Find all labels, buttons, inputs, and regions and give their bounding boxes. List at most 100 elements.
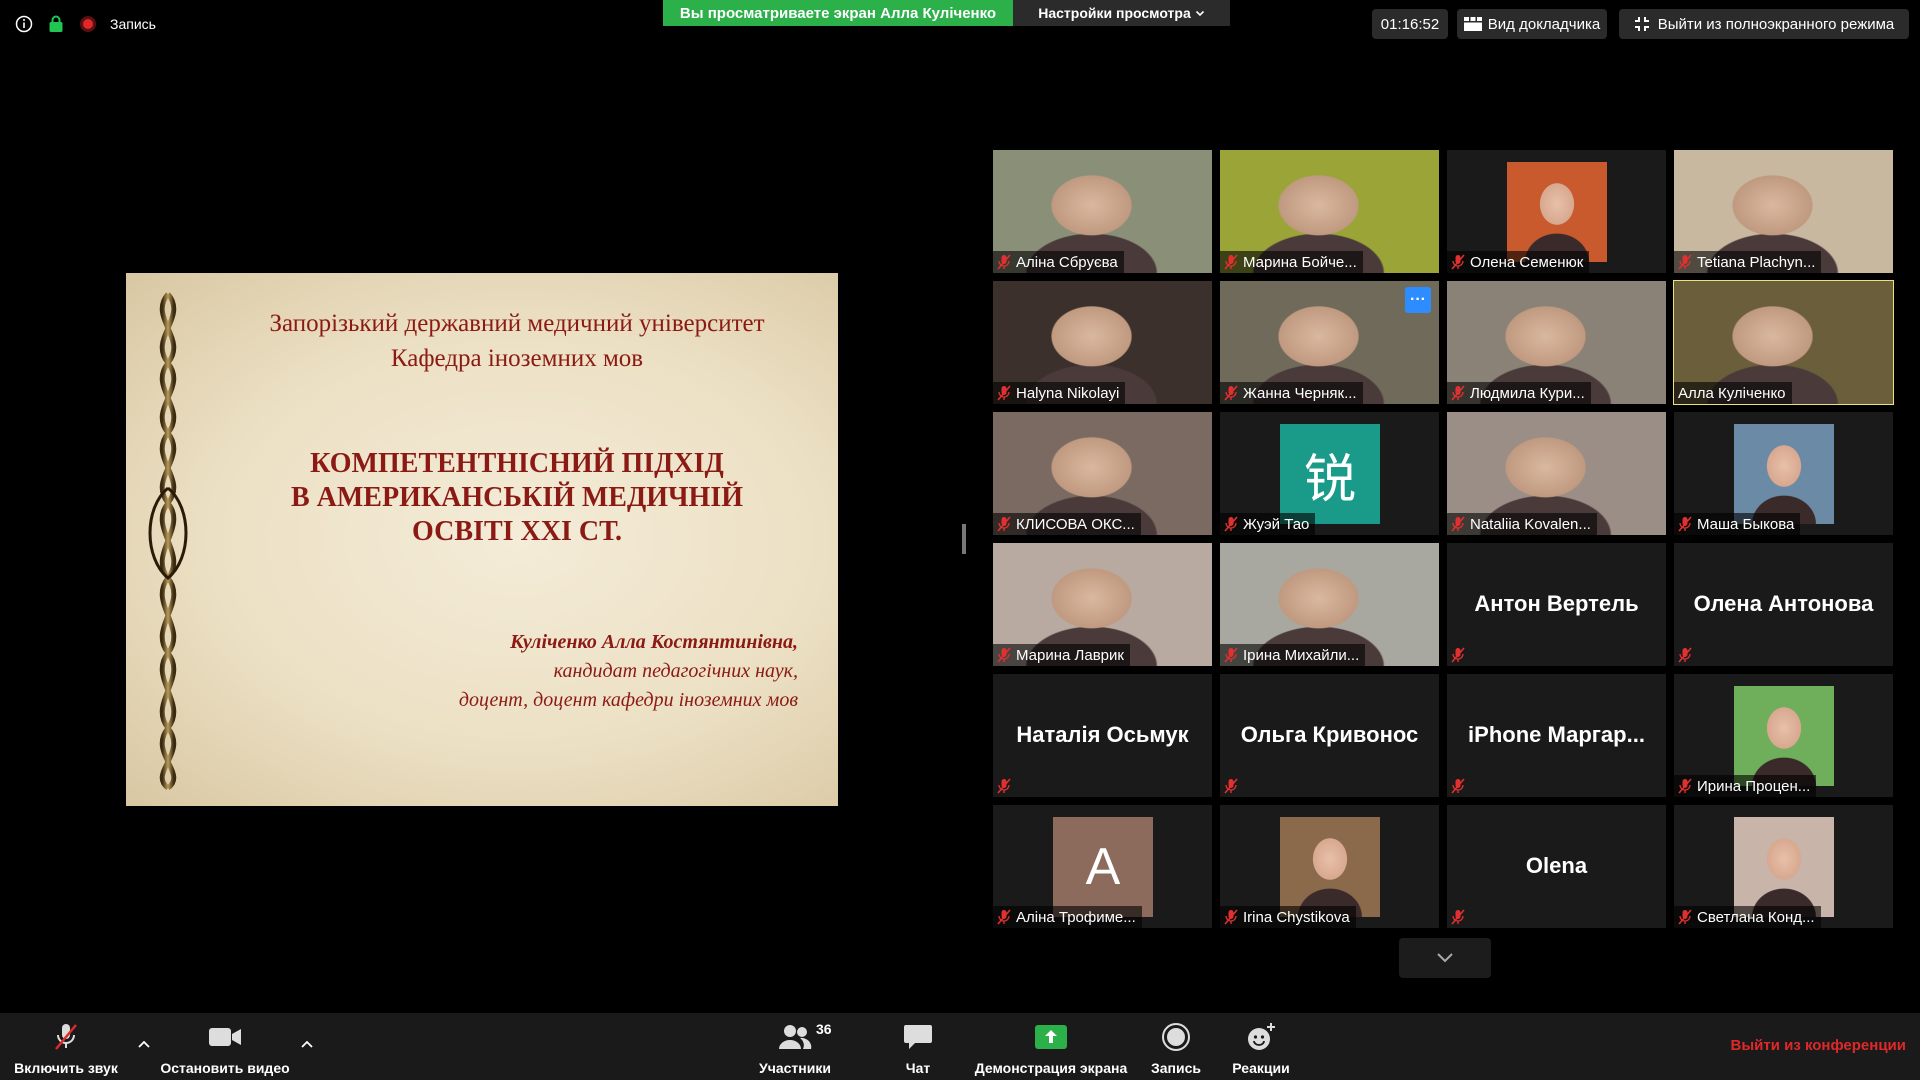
participant-name: Ирина Процен... (1697, 777, 1811, 795)
reactions-button[interactable]: Реакции (1226, 1013, 1296, 1080)
microphone-muted-icon (997, 385, 1011, 401)
reactions-label: Реакции (1232, 1060, 1290, 1076)
unmute-label: Включить звук (14, 1060, 118, 1076)
slide-author-name: Куліченко Алла Костянтинівна, (510, 631, 798, 653)
participant-name-bar: Аліна Трофиме... (993, 906, 1142, 928)
microphone-muted-icon (997, 254, 1011, 270)
participant-tile[interactable]: Halyna Nikolayi (993, 281, 1212, 404)
participant-avatar: 锐 (1280, 424, 1380, 524)
microphone-muted-icon (1224, 778, 1238, 794)
stop-video-button[interactable]: Остановить видео (158, 1013, 292, 1080)
participant-tile[interactable]: Olena (1447, 805, 1666, 928)
slide-title-line: КОМПЕТЕНТНІСНИЙ ПІДХІД (310, 448, 724, 479)
audio-options-caret[interactable] (135, 1035, 153, 1053)
participant-name: КЛИСОВА ОКС... (1016, 515, 1135, 533)
video-options-caret[interactable] (298, 1035, 316, 1053)
record-icon (1161, 1020, 1191, 1054)
participant-tile[interactable]: 锐 Жуэй Тао (1220, 412, 1439, 535)
participant-name-bar: Tetiana Plachyn... (1674, 251, 1822, 273)
participant-tile[interactable]: Марина Лаврик (993, 543, 1212, 666)
slide-author-block: Куліченко Алла Костянтинівна, кандидат п… (459, 628, 798, 715)
participant-tile[interactable]: Антон Вертель (1447, 543, 1666, 666)
participant-name: Маша Быкова (1697, 515, 1795, 533)
participant-tile[interactable]: Светлана Конд... (1674, 805, 1893, 928)
speaker-view-button[interactable]: Вид докладчика (1457, 9, 1607, 39)
participant-display-name: Антон Вертель (1474, 591, 1639, 616)
participant-tile[interactable]: Олена Антонова (1674, 543, 1893, 666)
info-icon[interactable] (14, 14, 34, 34)
participant-display-name: Наталія Осьмук (1016, 722, 1189, 747)
participant-name: Жанна Черняк... (1243, 384, 1357, 402)
participant-tile[interactable]: Жанна Черняк... ··· (1220, 281, 1439, 404)
participant-tile[interactable]: Наталія Осьмук (993, 674, 1212, 797)
participant-tile[interactable]: Людмила Кури... (1447, 281, 1666, 404)
participant-gallery: Аліна Сбруєва Марина Бойче... Олена Семеню… (993, 150, 1896, 930)
participant-name-bar: Алла Куліченко (1674, 382, 1792, 404)
share-screen-icon (1034, 1020, 1068, 1054)
participant-name-bar: Маша Быкова (1674, 513, 1801, 535)
microphone-muted-icon (997, 778, 1011, 794)
exit-fullscreen-button[interactable]: Выйти из полноэкранного режима (1619, 9, 1909, 39)
speaker-view-label: Вид докладчика (1487, 15, 1601, 33)
exit-fullscreen-icon (1634, 17, 1649, 31)
slide-title: КОМПЕТЕНТНІСНИЙ ПІДХІД В АМЕРИКАНСЬКІЙ М… (216, 447, 818, 549)
participant-tile[interactable]: Марина Бойче... (1220, 150, 1439, 273)
participant-name-bar: КЛИСОВА ОКС... (993, 513, 1141, 535)
microphone-muted-icon (1224, 516, 1238, 532)
record-button[interactable]: Запись (1148, 1013, 1204, 1080)
participant-display-name: Ольга Кривонос (1240, 722, 1419, 747)
participant-name: Nataliia Kovalen... (1470, 515, 1591, 533)
participant-name-bar (993, 775, 1017, 797)
participant-tile[interactable]: Irina Chystikova (1220, 805, 1439, 928)
participant-name: Марина Бойче... (1243, 253, 1357, 271)
panel-resize-handle[interactable] (962, 524, 966, 554)
top-bar: Запись Вы просматриваете экран Алла Кулі… (0, 0, 1920, 50)
microphone-muted-icon (997, 516, 1011, 532)
participant-tile[interactable]: Tetiana Plachyn... (1674, 150, 1893, 273)
participant-tile[interactable]: Алла Куліченко (1673, 280, 1894, 405)
participant-avatar: A (1053, 817, 1153, 917)
zoom-window: Запись Вы просматриваете экран Алла Кулі… (0, 0, 1920, 1080)
participant-name-bar: Людмила Кури... (1447, 382, 1591, 404)
unmute-button[interactable]: Включить звук (8, 1013, 124, 1080)
participant-profile-photo (1734, 424, 1834, 524)
gallery-next-page-button[interactable] (1399, 938, 1491, 978)
view-options-label: Настройки просмотра (1038, 5, 1191, 21)
screen-share-banner: Вы просматриваете экран Алла Куліченко (663, 0, 1013, 26)
participant-name-bar: Светлана Конд... (1674, 906, 1821, 928)
participant-tile[interactable]: iPhone Маргар... (1447, 674, 1666, 797)
encryption-lock-icon[interactable] (46, 14, 66, 34)
shared-screen-slide: Запорізький державний медичний університ… (126, 273, 838, 806)
chat-button[interactable]: Чат (890, 1013, 946, 1080)
participant-profile-photo (1734, 817, 1834, 917)
participant-tile[interactable]: Ирина Процен... (1674, 674, 1893, 797)
participant-tile[interactable]: Аліна Сбруєва (993, 150, 1212, 273)
participant-name: Жуэй Тао (1243, 515, 1310, 533)
participant-name-bar: Жанна Черняк... (1220, 382, 1363, 404)
share-screen-button[interactable]: Демонстрация экрана (968, 1013, 1134, 1080)
leave-meeting-button[interactable]: Выйти из конференции (1731, 1037, 1906, 1054)
participant-name: Ірина Михайли... (1243, 646, 1360, 664)
participant-tile[interactable]: Маша Быкова (1674, 412, 1893, 535)
slide-university-heading: Запорізький державний медичний університ… (216, 306, 818, 376)
speaker-view-icon (1463, 17, 1482, 31)
microphone-muted-icon (52, 1020, 80, 1054)
participant-tile[interactable]: КЛИСОВА ОКС... (993, 412, 1212, 535)
participant-tile[interactable]: Ольга Кривонос (1220, 674, 1439, 797)
participant-name-bar: Ирина Процен... (1674, 775, 1817, 797)
participant-name: Аліна Сбруєва (1016, 253, 1118, 271)
stop-video-label: Остановить видео (160, 1060, 290, 1076)
more-options-icon[interactable]: ··· (1405, 287, 1431, 313)
chevron-up-icon (138, 1040, 150, 1048)
participant-profile-photo (1280, 817, 1380, 917)
participant-name-bar (1674, 644, 1698, 666)
participant-tile[interactable]: Nataliia Kovalen... (1447, 412, 1666, 535)
participant-tile[interactable]: Олена Семенюк (1447, 150, 1666, 273)
participant-name: Алла Куліченко (1678, 384, 1786, 402)
microphone-muted-icon (1678, 647, 1692, 663)
view-options-dropdown[interactable]: Настройки просмотра (1013, 0, 1230, 26)
participant-name: Аліна Трофиме... (1016, 908, 1136, 926)
participant-name-bar (1447, 775, 1471, 797)
participant-tile[interactable]: Ірина Михайли... (1220, 543, 1439, 666)
participant-tile[interactable]: A Аліна Трофиме... (993, 805, 1212, 928)
